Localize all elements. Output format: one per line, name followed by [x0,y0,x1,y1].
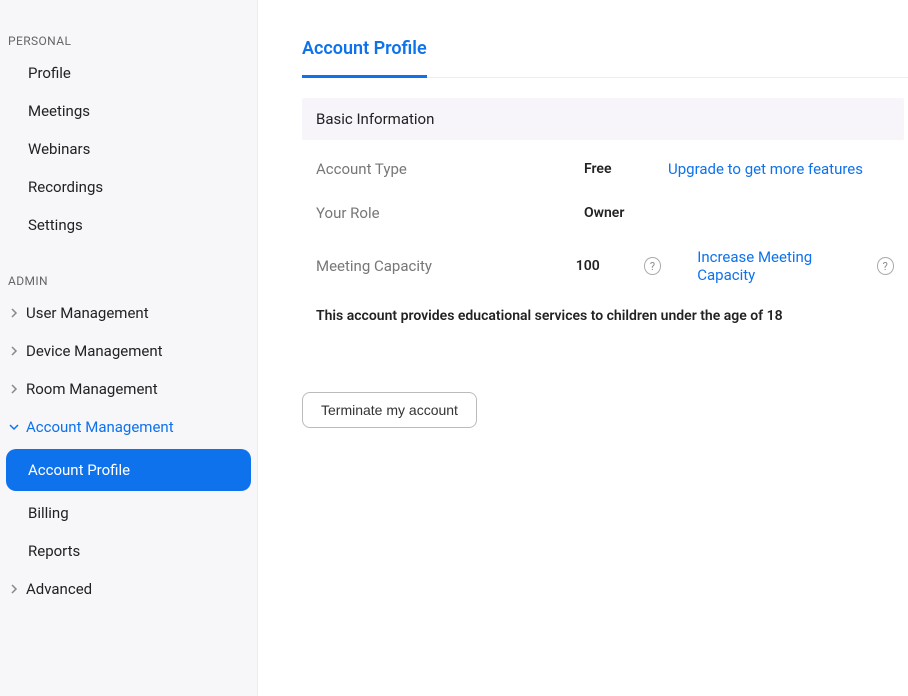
chevron-right-icon [8,307,20,319]
link-upgrade[interactable]: Upgrade to get more features [668,160,863,178]
sidebar: PERSONAL Profile Meetings Webinars Recor… [0,0,258,696]
terminate-section: Terminate my account [302,342,908,428]
label-account-type: Account Type [316,160,584,178]
terminate-account-button[interactable]: Terminate my account [302,392,477,428]
row-role: Your Role Owner [302,184,908,228]
value-capacity: 100 [576,258,636,274]
value-role: Owner [584,205,644,221]
row-account-type: Account Type Free Upgrade to get more fe… [302,140,908,184]
sidebar-item-label: Advanced [26,580,92,598]
sidebar-item-label: Device Management [26,342,163,360]
sidebar-item-account-profile[interactable]: Account Profile [6,449,251,491]
sidebar-item-account-management[interactable]: Account Management [0,408,257,446]
section-header-basic-info: Basic Information [302,98,904,140]
sidebar-item-billing[interactable]: Billing [0,494,257,532]
sidebar-item-settings[interactable]: Settings [0,206,257,244]
chevron-down-icon [8,421,20,433]
label-role: Your Role [316,204,584,222]
row-capacity: Meeting Capacity 100 ? Increase Meeting … [302,228,908,290]
main-content: Account Profile Basic Information Accoun… [258,0,908,696]
help-icon[interactable]: ? [644,257,662,275]
tab-bar: Account Profile [302,30,908,78]
sidebar-item-reports[interactable]: Reports [0,532,257,570]
sidebar-item-user-management[interactable]: User Management [0,294,257,332]
sidebar-item-room-management[interactable]: Room Management [0,370,257,408]
educational-note: This account provides educational servic… [302,290,908,342]
sidebar-item-label: Account Management [26,418,174,436]
sidebar-header-admin: ADMIN [0,268,257,294]
sidebar-item-label: User Management [26,304,149,322]
sidebar-item-meetings[interactable]: Meetings [0,92,257,130]
help-icon[interactable]: ? [877,257,895,275]
tab-account-profile[interactable]: Account Profile [302,30,427,78]
sidebar-item-advanced[interactable]: Advanced [0,570,257,608]
sidebar-item-label: Room Management [26,380,158,398]
sidebar-item-profile[interactable]: Profile [0,54,257,92]
value-account-type: Free [584,161,644,177]
sidebar-item-device-management[interactable]: Device Management [0,332,257,370]
label-capacity: Meeting Capacity [316,257,576,275]
link-increase-capacity[interactable]: Increase Meeting Capacity [697,248,868,284]
sidebar-section-admin: ADMIN User Management Device Management … [0,268,257,632]
chevron-right-icon [8,583,20,595]
chevron-right-icon [8,383,20,395]
sidebar-item-webinars[interactable]: Webinars [0,130,257,168]
chevron-right-icon [8,345,20,357]
sidebar-sub-account-management: Account Profile Billing Reports [0,449,257,570]
sidebar-item-recordings[interactable]: Recordings [0,168,257,206]
sidebar-section-personal: PERSONAL Profile Meetings Webinars Recor… [0,28,257,268]
sidebar-header-personal: PERSONAL [0,28,257,54]
